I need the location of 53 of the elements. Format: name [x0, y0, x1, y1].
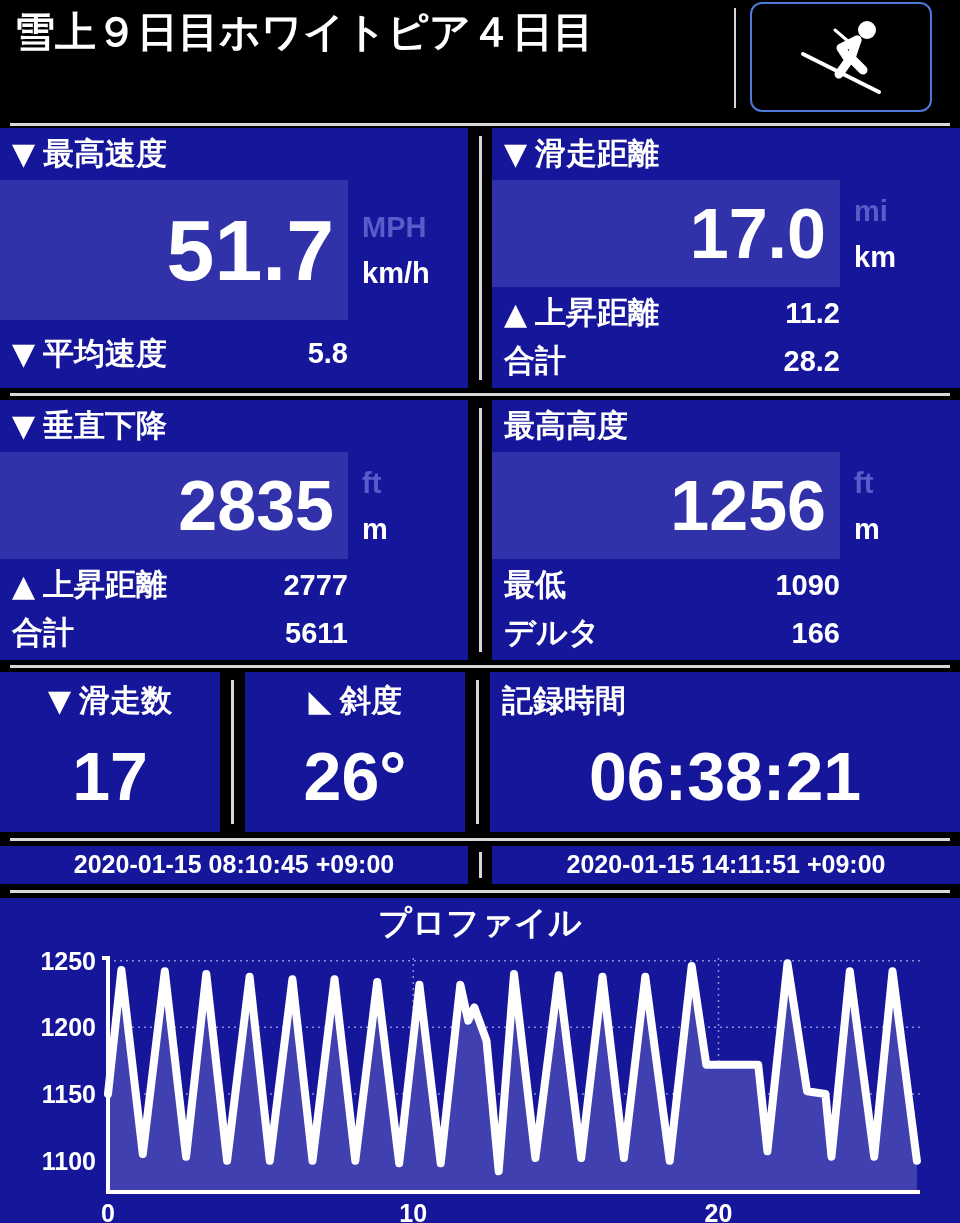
- x-tick-label: 10: [399, 1199, 428, 1223]
- triangle-marker[interactable]: ▲: [12, 570, 36, 601]
- stat-value: 11.2: [785, 295, 840, 331]
- y-tick-label: 1100: [41, 1146, 96, 1175]
- stat-value: 166: [791, 615, 840, 651]
- app-title: 雪上９日目ホワイトピア４日目: [13, 8, 595, 57]
- skier-icon: [799, 18, 883, 96]
- stat-value: 5611: [285, 615, 348, 651]
- stat-value: 1256: [670, 470, 826, 541]
- stat-label: 滑走距離: [535, 134, 660, 173]
- stat-value: 26°: [303, 742, 407, 810]
- timestamp: 2020-01-15 14:11:51 +09:00: [566, 849, 886, 881]
- stat-label: 記録時間: [502, 681, 626, 720]
- stat-label: 垂直下降: [43, 406, 168, 445]
- stat-label: 合計: [504, 342, 566, 381]
- x-tick-label: 20: [704, 1199, 733, 1223]
- x-tick-label: 0: [101, 1199, 115, 1223]
- stat-value: 28.2: [783, 343, 840, 379]
- stat-value: 17.0: [689, 198, 826, 269]
- stat-label: 滑走数: [79, 681, 173, 720]
- stat-label: 平均速度: [43, 334, 168, 373]
- stat-label: 最高高度: [504, 406, 628, 445]
- unit-option[interactable]: km/h: [362, 255, 430, 291]
- triangle-marker[interactable]: ◣: [308, 686, 332, 716]
- stat-label: 上昇距離: [535, 294, 660, 333]
- stat-label: 斜度: [339, 681, 402, 720]
- y-tick-label: 1150: [41, 1080, 96, 1108]
- triangle-marker[interactable]: ▼: [47, 686, 72, 716]
- triangle-marker[interactable]: ▼: [12, 411, 36, 441]
- stat-value: 06:38:21: [588, 742, 862, 810]
- stat-value: 2777: [283, 567, 348, 603]
- stat-value: 17: [72, 742, 148, 810]
- stat-label: 最高速度: [43, 134, 168, 173]
- unit-option[interactable]: km: [854, 238, 896, 275]
- unit-option[interactable]: m: [854, 510, 880, 547]
- triangle-marker[interactable]: ▼: [12, 339, 36, 369]
- triangle-marker[interactable]: ▼: [12, 139, 36, 169]
- stat-value: 2835: [178, 470, 334, 541]
- stat-label: 上昇距離: [43, 566, 168, 605]
- stat-label: 最低: [504, 566, 566, 605]
- chart-title: プロファイル: [378, 903, 582, 944]
- y-tick-label: 1250: [40, 948, 96, 975]
- triangle-marker[interactable]: ▼: [504, 139, 528, 169]
- stat-value: 5.8: [307, 336, 348, 372]
- stat-value: 1090: [775, 567, 840, 603]
- timestamp: 2020-01-15 08:10:45 +09:00: [73, 849, 395, 881]
- stat-label: 合計: [12, 614, 74, 653]
- stat-label: デルタ: [504, 614, 600, 653]
- skier-button[interactable]: [750, 2, 932, 112]
- stat-value: 51.7: [166, 207, 334, 293]
- y-tick-label: 1200: [40, 1013, 96, 1042]
- unit-option[interactable]: m: [362, 510, 388, 547]
- triangle-marker[interactable]: ▲: [504, 298, 528, 329]
